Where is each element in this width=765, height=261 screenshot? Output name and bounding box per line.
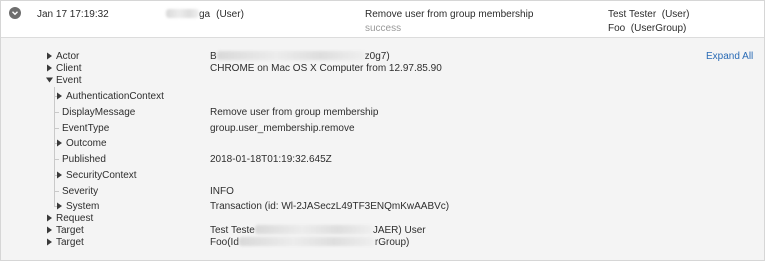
published-label: Published [62,154,106,165]
event-type-label: EventType [62,123,110,134]
actor-summary: ga (User) [166,9,244,20]
event-summary-row[interactable]: Jan 17 17:19:32 ga (User) Remove user fro… [1,1,764,38]
actor-value-prefix: B [210,51,217,62]
target-summary-1: Test Tester (User) [608,9,690,20]
target-1-toggle[interactable]: Target [46,225,84,236]
target-1-type: (User) [661,9,690,20]
target-2-type: (UserGroup) [630,23,687,34]
security-context-label: SecurityContext [66,170,137,181]
authentication-context-toggle[interactable]: AuthenticationContext [56,91,164,102]
triangle-right-icon[interactable] [56,171,63,179]
target-1-value: Test Teste JAER) User [210,225,426,236]
redacted-target-1-id [254,225,373,234]
target-2-name: Foo [608,23,626,34]
target-1-label: Target [56,225,84,236]
event-label: Event [56,75,82,86]
actor-toggle[interactable]: Actor [46,51,79,62]
collapse-row-icon[interactable] [9,7,21,19]
target-2-value-suffix: rGroup) [374,237,410,248]
triangle-right-icon[interactable] [46,52,53,60]
detail-row-published: Published 2018-01-18T01:19:32.645Z [1,154,764,169]
detail-row-security-context: SecurityContext [1,170,764,185]
system-toggle[interactable]: System [56,201,99,212]
actor-name-suffix: ga [199,9,211,20]
target-1-value-suffix: JAER) User [372,225,426,236]
system-label: System [66,201,100,212]
triangle-right-icon[interactable] [46,64,53,72]
authentication-context-label: AuthenticationContext [66,91,164,102]
target-2-value-prefix: Foo(Id [210,237,239,248]
event-status: success [365,23,402,34]
request-toggle[interactable]: Request [46,213,93,224]
outcome-label: Outcome [66,138,107,149]
severity-label: Severity [62,186,99,197]
display-message-value: Remove user from group membership [210,107,379,118]
severity-value: INFO [210,186,234,197]
redacted-target-2-id [238,237,375,246]
actor-type: (User) [216,9,244,20]
client-value: CHROME on Mac OS X Computer from 12.97.8… [210,63,442,74]
triangle-right-icon[interactable] [56,139,63,147]
request-label: Request [56,213,94,224]
target-summary-2: Foo (UserGroup) [608,23,686,34]
client-toggle[interactable]: Client [46,63,82,74]
actor-value-suffix: z0g7) [364,51,390,62]
target-2-toggle[interactable]: Target [46,237,84,248]
event-type-value: group.user_membership.remove [210,123,355,134]
target-2-label: Target [56,237,84,248]
triangle-right-icon[interactable] [46,226,53,234]
detail-row-severity: Severity INFO [1,186,764,201]
detail-row-event: Event [1,75,764,90]
published-value: 2018-01-18T01:19:32.645Z [210,154,332,165]
target-2-value: Foo(Id rGroup) [210,237,409,248]
event-log-panel: Jan 17 17:19:32 ga (User) Remove user fro… [0,0,765,261]
actor-label: Actor [56,51,80,62]
detail-row-display-message: DisplayMessage Remove user from group me… [1,107,764,122]
detail-row-event-type: EventType group.user_membership.remove [1,123,764,138]
system-value: Transaction (id: Wl-2JASeczL49TF3ENQmKwA… [210,201,450,212]
triangle-right-icon[interactable] [46,238,53,246]
event-toggle[interactable]: Event [46,75,82,86]
triangle-right-icon[interactable] [46,214,53,222]
target-1-name: Test Tester [608,9,657,20]
event-time: Jan 17 17:19:32 [37,9,109,20]
client-label: Client [56,63,82,74]
outcome-toggle[interactable]: Outcome [56,138,107,149]
detail-row-authentication-context: AuthenticationContext [1,91,764,106]
security-context-toggle[interactable]: SecurityContext [56,170,137,181]
target-1-value-prefix: Test Teste [210,225,255,236]
triangle-right-icon[interactable] [56,92,63,100]
detail-row-target-2: Target Foo(Id rGroup) [1,237,764,252]
redacted-actor-name [166,9,199,18]
redacted-actor-id [216,51,365,60]
event-title: Remove user from group membership [365,9,534,20]
display-message-label: DisplayMessage [62,107,136,118]
triangle-right-icon[interactable] [56,202,63,210]
detail-row-outcome: Outcome [1,138,764,153]
triangle-down-icon[interactable] [46,76,53,84]
actor-value: Bz0g7) [210,51,390,62]
